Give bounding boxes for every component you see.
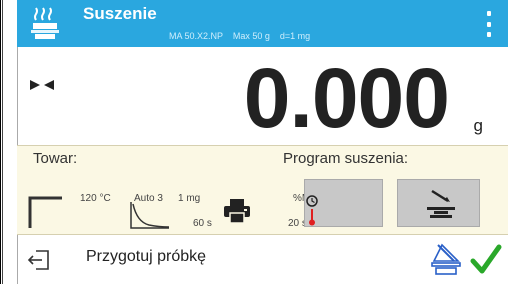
screen: Suszenie MA 50.X2.NP Max 50 g d=1 mg 0.0… <box>0 0 515 284</box>
temperature-profile-icon <box>28 192 64 228</box>
printer-icon <box>223 198 251 224</box>
drying-icon[interactable] <box>29 6 61 40</box>
pan-load-icon <box>424 189 458 219</box>
weight-unit: g <box>473 116 483 135</box>
kebab-menu-icon[interactable] <box>486 11 492 37</box>
bottom-bar: Przygotuj próbkę <box>17 235 509 284</box>
drying-parameters: 120 °C Auto 3 1 mg 60 s %M 20 s <box>17 172 508 235</box>
weighing-icon[interactable] <box>428 241 464 277</box>
screen-title: Suszenie <box>83 4 157 23</box>
left-edge-inner <box>2 0 3 284</box>
product-label[interactable]: Towar: <box>33 150 77 167</box>
thermometer-icon <box>307 208 317 226</box>
weight-display: 0.000 g <box>17 47 509 145</box>
drying-program-label[interactable]: Program suszenia: <box>283 150 408 167</box>
drying-curve-icon <box>129 202 171 230</box>
resolution: 1 mg <box>178 193 201 204</box>
balance-info: MA 50.X2.NP Max 50 g d=1 mg <box>169 31 311 41</box>
print-interval: 60 s <box>193 218 212 229</box>
info-row: Towar: Program suszenia: <box>17 145 508 173</box>
clock-icon <box>306 194 318 207</box>
drying-temperature: 120 °C <box>80 193 111 204</box>
status-message: Przygotuj próbkę <box>86 248 207 265</box>
weight-value: 0.000 <box>243 51 450 145</box>
exit-icon[interactable] <box>24 245 54 275</box>
left-edge <box>0 0 1 284</box>
stable-indicator-icon <box>30 77 54 90</box>
checkmark-icon[interactable] <box>470 243 502 277</box>
header-bar: Suszenie MA 50.X2.NP Max 50 g d=1 mg <box>17 0 508 47</box>
